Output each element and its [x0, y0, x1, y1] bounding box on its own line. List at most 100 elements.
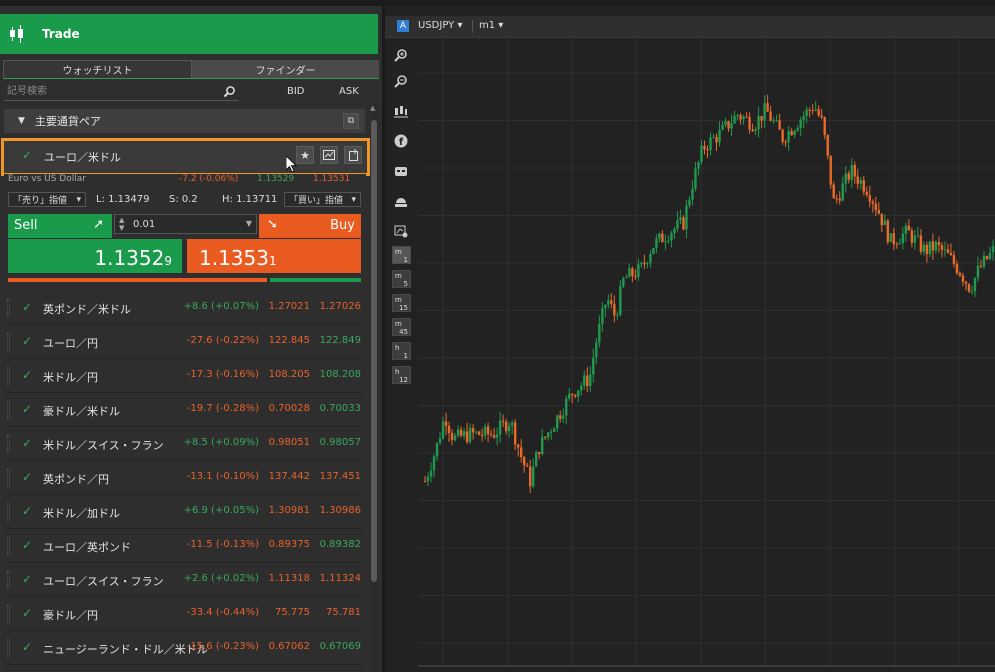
bid-price[interactable]: 1.27021 [269, 301, 310, 312]
candle-body [778, 120, 781, 130]
candlestick-type-icon[interactable] [390, 100, 412, 122]
drag-handle-icon[interactable] [7, 299, 10, 317]
quantity-stepper[interactable]: ▲ ▼ 0.01 ▼ [114, 214, 257, 234]
ask-price[interactable]: 137.451 [320, 471, 361, 482]
chart-plot-area[interactable] [418, 39, 995, 666]
ask-price[interactable]: 0.67069 [320, 641, 361, 652]
timeframe-button-m1[interactable]: m1 [392, 246, 411, 264]
stepper-arrows-icon[interactable]: ▲ ▼ [119, 216, 124, 232]
timeframe-button-h1[interactable]: h1 [392, 342, 411, 360]
symbol-search-input[interactable] [4, 83, 238, 101]
candle-body [958, 272, 962, 276]
watchlist-scrollbar[interactable]: ▲ [370, 104, 378, 672]
bid-price[interactable]: 75.775 [275, 607, 310, 618]
watchlist-row[interactable]: ✓ ニュージーランド・ドル／米ドル -15.6 (-0.23%) 0.67062 0.6… [4, 631, 365, 665]
quantity-value: 0.01 [133, 219, 156, 230]
watchlist-row[interactable]: ✓ 米ドル／円 -17.3 (-0.16%) 108.205 108.208 [4, 359, 365, 393]
candle-body [550, 431, 553, 433]
group-header-major-pairs[interactable]: ▼ 主要通貨ペア ⧉ [4, 109, 365, 133]
price-chart[interactable] [385, 6, 995, 672]
drag-handle-icon[interactable] [7, 469, 10, 487]
ask-price[interactable]: 1.27026 [320, 301, 361, 312]
watchlist-row[interactable]: ✓ 英ポンド／米ドル +8.6 (+0.07%) 1.27021 1.27026 [4, 291, 365, 325]
candle-body [637, 264, 640, 278]
watchlist-row[interactable]: ✓ 豪ドル／米ドル -19.7 (-0.28%) 0.70028 0.70033 [4, 393, 365, 427]
scrollbar-thumb[interactable] [371, 120, 377, 582]
selected-instrument-row[interactable]: ✓ ユーロ／米ドル ★ [1, 138, 370, 176]
drag-handle-icon[interactable] [7, 367, 10, 385]
drag-handle-icon[interactable] [7, 401, 10, 419]
timeframe-button-h12[interactable]: h 12 [392, 366, 411, 384]
drag-handle-icon[interactable] [7, 571, 10, 589]
collapse-triangle-icon[interactable]: ▼ [18, 116, 25, 126]
ask-price[interactable]: 75.781 [326, 607, 361, 618]
sell-order-type-select[interactable]: 「売り」指値 ▾ [8, 192, 86, 207]
watchlist-row[interactable]: ✓ 米ドル／加ドル +6.9 (+0.05%) 1.30981 1.30986 [4, 495, 365, 529]
bid-price[interactable]: 137.442 [269, 471, 310, 482]
drag-handle-icon[interactable] [7, 435, 10, 453]
candle-body [426, 476, 430, 482]
drag-handle-icon[interactable] [7, 537, 10, 555]
candle-body [643, 263, 646, 265]
tab-finder[interactable]: ファインダー [192, 60, 379, 79]
facebook-icon[interactable]: f [390, 130, 412, 152]
timeframe-button-m15[interactable]: m 15 [392, 294, 411, 312]
tab-watchlist[interactable]: ウォッチリスト [3, 60, 192, 79]
drag-handle-icon[interactable] [7, 333, 10, 351]
bid-price[interactable]: 108.205 [269, 369, 310, 380]
favorite-star-icon[interactable]: ★ [296, 146, 314, 164]
chart-settings-icon[interactable] [390, 220, 412, 242]
scroll-up-arrow-icon[interactable]: ▲ [370, 104, 375, 112]
search-icon[interactable] [223, 85, 236, 98]
ask-price[interactable]: 0.70033 [320, 403, 361, 414]
watchlist-row[interactable]: ✓ 米ドル／スイス・フラン +8.5 (+0.09%) 0.98051 0.98057 [4, 427, 365, 461]
drag-handle-icon[interactable] [7, 503, 10, 521]
sell-price-button[interactable]: 1.13529 [8, 239, 182, 273]
ask-price[interactable]: 108.208 [320, 369, 361, 380]
chart-source-icon[interactable]: A [397, 20, 409, 32]
timeframe-unit: m [395, 272, 402, 280]
robot-icon[interactable] [390, 160, 412, 182]
sell-button[interactable]: Sell ➚ [8, 214, 112, 238]
chevron-down-icon[interactable]: ▼ [246, 219, 252, 228]
chart-icon[interactable] [320, 146, 338, 164]
chevron-down-icon: ▾ [351, 194, 356, 205]
bid-price[interactable]: 1.30981 [269, 505, 310, 516]
drag-handle-icon[interactable] [7, 605, 10, 623]
watchlist-row[interactable]: ✓ ユーロ／英ポンド -11.5 (-0.13%) 0.89375 0.89382 [4, 529, 365, 563]
watchlist-row[interactable]: ✓ 豪ドル／円 -33.4 (-0.44%) 75.775 75.781 [4, 597, 365, 631]
symbol-selector[interactable]: USDJPY ▾ [418, 20, 462, 31]
bid-price[interactable]: 1.11318 [269, 573, 310, 584]
timeframe-button-m5[interactable]: m5 [392, 270, 411, 288]
bid-price[interactable]: 0.89375 [269, 539, 310, 550]
candle-body [547, 432, 550, 438]
bid-price[interactable]: 0.70028 [269, 403, 310, 414]
buy-price-button[interactable]: 1.13531 [187, 239, 361, 273]
zoom-out-icon[interactable] [390, 70, 412, 92]
timeframe-button-m45[interactable]: m 45 [392, 318, 411, 336]
candle-body [435, 443, 439, 457]
bid-price[interactable]: 0.67062 [269, 641, 310, 652]
watchlist-row[interactable]: ✓ ユーロ／円 -27.6 (-0.22%) 122.845 122.849 [4, 325, 365, 359]
popout-icon[interactable]: ⧉ [343, 113, 359, 129]
instrument-name: 豪ドル／米ドル [43, 405, 120, 418]
watchlist-row[interactable]: ✓ ユーロ／スイス・フラン +2.6 (+0.02%) 1.11318 1.11324 [4, 563, 365, 597]
drawing-tools-icon[interactable] [390, 190, 412, 212]
drag-handle-icon[interactable] [7, 639, 10, 657]
ask-price[interactable]: 0.89382 [320, 539, 361, 550]
ask-price[interactable]: 0.98057 [320, 437, 361, 448]
ask-price[interactable]: 1.11324 [320, 573, 361, 584]
buy-order-type-select[interactable]: 「買い」指値 ▾ [284, 192, 361, 207]
buy-button[interactable]: ➘ Buy [259, 214, 361, 238]
bid-price[interactable]: 0.98051 [269, 437, 310, 448]
timeframe-selector[interactable]: m1 ▾ [479, 20, 503, 31]
bid-price[interactable]: 122.845 [269, 335, 310, 346]
instrument-change: -19.7 (-0.28%) [186, 403, 259, 414]
zoom-in-icon[interactable] [390, 44, 412, 66]
ask-price[interactable]: 122.849 [320, 335, 361, 346]
candle-body [922, 244, 926, 252]
ask-price[interactable]: 1.30986 [320, 505, 361, 516]
candle-body [859, 180, 862, 184]
watchlist-row[interactable]: ✓ 英ポンド／円 -13.1 (-0.10%) 137.442 137.451 [4, 461, 365, 495]
new-order-icon[interactable] [344, 146, 362, 164]
